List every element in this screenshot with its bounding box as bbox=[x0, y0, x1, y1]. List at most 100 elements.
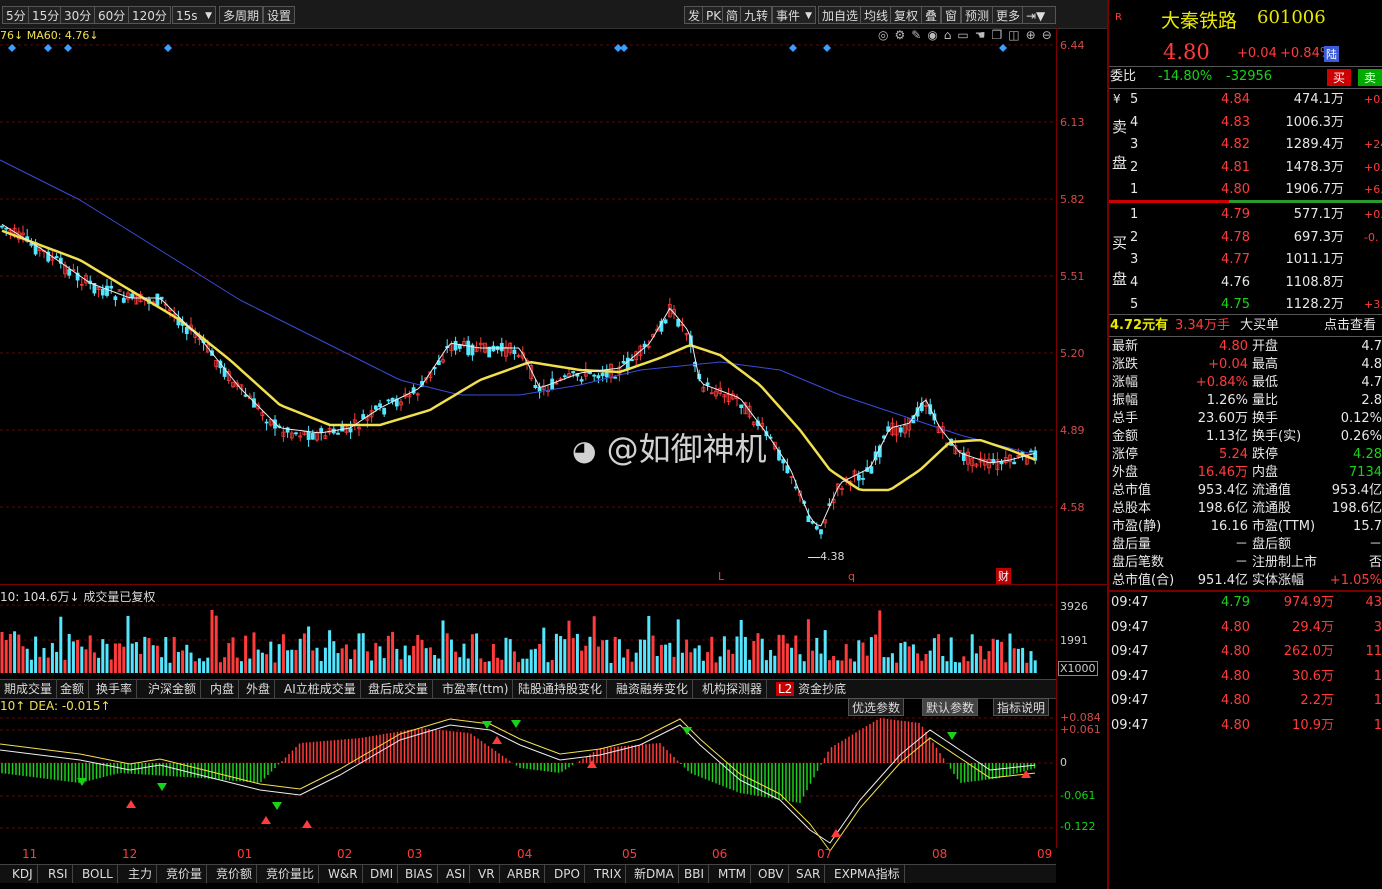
indicator-help-button[interactable]: 指标说明 bbox=[993, 698, 1050, 716]
stat-value: 15.7 bbox=[1353, 519, 1382, 534]
tab-turnover[interactable]: 换手率 bbox=[92, 680, 138, 698]
volume-bar bbox=[958, 662, 962, 673]
volume-bar bbox=[613, 636, 617, 673]
tab-bottom-fishing[interactable]: L2 资金抄底 bbox=[772, 680, 850, 698]
period-60min[interactable]: 60分 bbox=[94, 6, 130, 24]
overlay-button[interactable]: 叠 bbox=[921, 6, 942, 24]
tab-auction-ratio[interactable]: 竞价量比 bbox=[262, 865, 320, 883]
more-button[interactable]: 更多 bbox=[992, 6, 1025, 24]
adjust-button[interactable]: 复权 bbox=[890, 6, 923, 24]
event-dropdown[interactable]: 事件 ▼ bbox=[772, 6, 816, 24]
volume-bar bbox=[370, 660, 374, 673]
tab-mtm[interactable]: MTM bbox=[714, 865, 752, 883]
optimal-params-button[interactable]: 优选参数 bbox=[848, 698, 905, 716]
tab-pe-ttm[interactable]: 市盈率(ttm) bbox=[438, 680, 514, 698]
tab-institution[interactable]: 机构探测器 bbox=[698, 680, 768, 698]
tab-vr[interactable]: VR bbox=[474, 865, 500, 883]
tab-ai-volume[interactable]: AI立桩成交量 bbox=[280, 680, 361, 698]
settings-button[interactable]: 设置 bbox=[263, 6, 296, 24]
x-label: 11 bbox=[22, 847, 38, 861]
volume-bar bbox=[449, 639, 453, 673]
volume-bar bbox=[1000, 641, 1004, 673]
tab-new-dma[interactable]: 新DMA bbox=[630, 865, 679, 883]
stat-key: 涨停 bbox=[1112, 447, 1139, 462]
tab-auction-amt[interactable]: 竞价额 bbox=[212, 865, 258, 883]
volume-bar bbox=[55, 651, 59, 673]
tab-bias[interactable]: BIAS bbox=[401, 865, 438, 883]
tab-auction-vol[interactable]: 竞价量 bbox=[162, 865, 208, 883]
event-marker-report[interactable]: 财 bbox=[996, 568, 1011, 584]
candle-body bbox=[621, 360, 626, 364]
tab-arbr[interactable]: ARBR bbox=[503, 865, 546, 883]
lock-icon[interactable]: ⌂ bbox=[944, 28, 958, 42]
copy-icon[interactable]: ❐ bbox=[992, 28, 1009, 42]
period-120min[interactable]: 120分 bbox=[128, 6, 171, 24]
kline-chart-area[interactable] bbox=[0, 28, 1108, 889]
event-marker-q[interactable]: q bbox=[848, 570, 855, 583]
window-button[interactable]: 窗 bbox=[941, 6, 962, 24]
tab-main-force[interactable]: 主力 bbox=[124, 865, 158, 883]
volume-bar bbox=[701, 660, 705, 673]
btn-jiuzhuan[interactable]: 九转 bbox=[740, 6, 773, 24]
btn-jian[interactable]: 简 bbox=[722, 6, 743, 24]
buy-button[interactable]: 买 bbox=[1327, 69, 1352, 86]
tab-expma[interactable]: EXPMA指标 bbox=[830, 865, 905, 883]
hand-icon[interactable]: ☚ bbox=[975, 28, 992, 42]
sell-button[interactable]: 卖 bbox=[1358, 69, 1382, 86]
tab-trix[interactable]: TRIX bbox=[590, 865, 627, 883]
eye-icon[interactable]: ◉ bbox=[927, 28, 943, 42]
volume-bar bbox=[605, 639, 609, 673]
period-15min[interactable]: 15分 bbox=[28, 6, 64, 24]
stat-value: 953.4亿 bbox=[1197, 483, 1248, 498]
tab-outer[interactable]: 外盘 bbox=[242, 680, 276, 698]
tab-obv[interactable]: OBV bbox=[754, 865, 789, 883]
volume-bar bbox=[504, 637, 508, 673]
big-order-link[interactable]: 点击查看 bbox=[1324, 317, 1376, 335]
multi-period-button[interactable]: 多周期 bbox=[219, 6, 264, 24]
tick-price: 4.79 bbox=[1221, 595, 1250, 610]
tab-dpo[interactable]: DPO bbox=[550, 865, 585, 883]
tab-volume[interactable]: 期成交量 bbox=[0, 680, 58, 698]
tab-dmi[interactable]: DMI bbox=[366, 865, 399, 883]
stat-key: 开盘 bbox=[1252, 339, 1279, 354]
stat-value: 4.7 bbox=[1361, 339, 1382, 354]
period-30min[interactable]: 30分 bbox=[60, 6, 96, 24]
tab-rsi[interactable]: RSI bbox=[44, 865, 73, 883]
tab-bbi[interactable]: BBI bbox=[680, 865, 710, 883]
volume-bar bbox=[974, 653, 978, 673]
period-5min[interactable]: 5分 bbox=[2, 6, 30, 24]
target-icon[interactable]: ◎ bbox=[878, 28, 894, 42]
tab-asi[interactable]: ASI bbox=[442, 865, 471, 883]
tab-boll[interactable]: BOLL bbox=[78, 865, 118, 883]
volume-bar bbox=[42, 648, 46, 673]
tab-inner[interactable]: 内盘 bbox=[206, 680, 240, 698]
tab-northbound[interactable]: 陆股通持股变化 bbox=[514, 680, 608, 698]
volume-bar bbox=[181, 650, 185, 673]
tab-after-hours[interactable]: 盘后成交量 bbox=[364, 680, 434, 698]
gear-icon[interactable]: ⚙ bbox=[894, 28, 911, 42]
event-marker-l[interactable]: L bbox=[718, 570, 724, 583]
default-params-button[interactable]: 默认参数 bbox=[922, 698, 979, 716]
candle-body bbox=[1012, 461, 1017, 465]
pen-icon[interactable]: ✎ bbox=[911, 28, 927, 42]
period-15s-select[interactable]: 15s ▼ bbox=[172, 6, 216, 24]
ma-button[interactable]: 均线 bbox=[860, 6, 893, 24]
btn-fa[interactable]: 发 bbox=[684, 6, 705, 24]
minus-icon[interactable]: ⊖ bbox=[1042, 28, 1058, 42]
tab-amount[interactable]: 金额 bbox=[56, 680, 90, 698]
tab-kdj[interactable]: KDJ bbox=[8, 865, 38, 883]
chart-tool-icons[interactable]: ◎⚙✎◉⌂▭☚❐◫⊕⊖ bbox=[878, 28, 1058, 42]
lock2-icon[interactable]: ◫ bbox=[1008, 28, 1025, 42]
tab-sar[interactable]: SAR bbox=[792, 865, 826, 883]
plus-icon[interactable]: ⊕ bbox=[1026, 28, 1042, 42]
add-watchlist-button[interactable]: 加自选 bbox=[818, 6, 863, 24]
candle-body bbox=[373, 405, 378, 410]
box-icon[interactable]: ▭ bbox=[957, 28, 974, 42]
expand-icon[interactable]: ⇥▼ bbox=[1022, 6, 1056, 24]
forecast-button[interactable]: 预测 bbox=[961, 6, 994, 24]
tab-margin[interactable]: 融资融券变化 bbox=[612, 680, 694, 698]
volume-bar bbox=[685, 639, 689, 673]
tab-hs-amount[interactable]: 沪深金额 bbox=[144, 680, 202, 698]
tab-wr[interactable]: W&R bbox=[324, 865, 363, 883]
stat-key: 金额 bbox=[1112, 429, 1139, 444]
